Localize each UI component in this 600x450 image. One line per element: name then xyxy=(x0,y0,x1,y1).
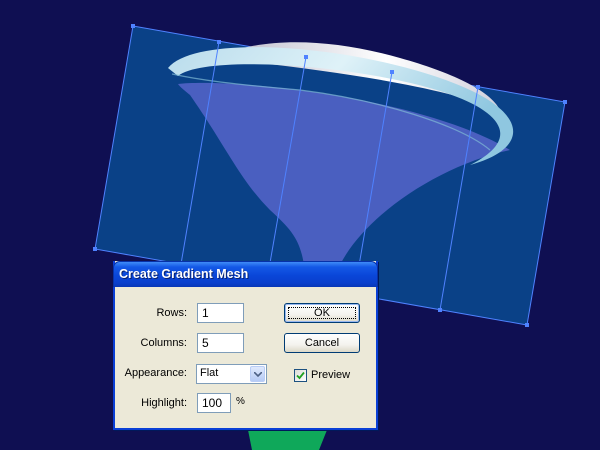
dropdown-arrow-icon[interactable] xyxy=(250,366,265,382)
highlight-input[interactable]: 100 xyxy=(197,393,231,413)
columns-label: Columns: xyxy=(140,337,187,349)
glass-stem xyxy=(248,430,327,450)
dialog-title: Create Gradient Mesh xyxy=(119,267,249,281)
cancel-button-label: Cancel xyxy=(304,337,340,349)
checkmark-icon xyxy=(296,371,305,380)
preview-checkbox[interactable] xyxy=(294,369,307,382)
dialog-title-bar[interactable]: Create Gradient Mesh xyxy=(113,261,378,287)
highlight-unit: % xyxy=(236,396,245,407)
cancel-button[interactable]: Cancel xyxy=(284,333,360,353)
create-gradient-mesh-dialog: Create Gradient Mesh Rows: 1 Columns: 5 … xyxy=(113,261,378,430)
appearance-label: Appearance: xyxy=(124,367,187,379)
rows-label: Rows: xyxy=(156,307,187,319)
ok-button[interactable]: OK xyxy=(284,303,360,323)
appearance-select[interactable]: Flat xyxy=(196,364,267,384)
appearance-selected-value: Flat xyxy=(200,367,219,379)
columns-input[interactable]: 5 xyxy=(197,333,244,353)
rows-input[interactable]: 1 xyxy=(197,303,244,323)
preview-label[interactable]: Preview xyxy=(311,369,350,381)
focus-rectangle xyxy=(288,307,356,319)
highlight-label: Highlight: xyxy=(141,397,187,409)
